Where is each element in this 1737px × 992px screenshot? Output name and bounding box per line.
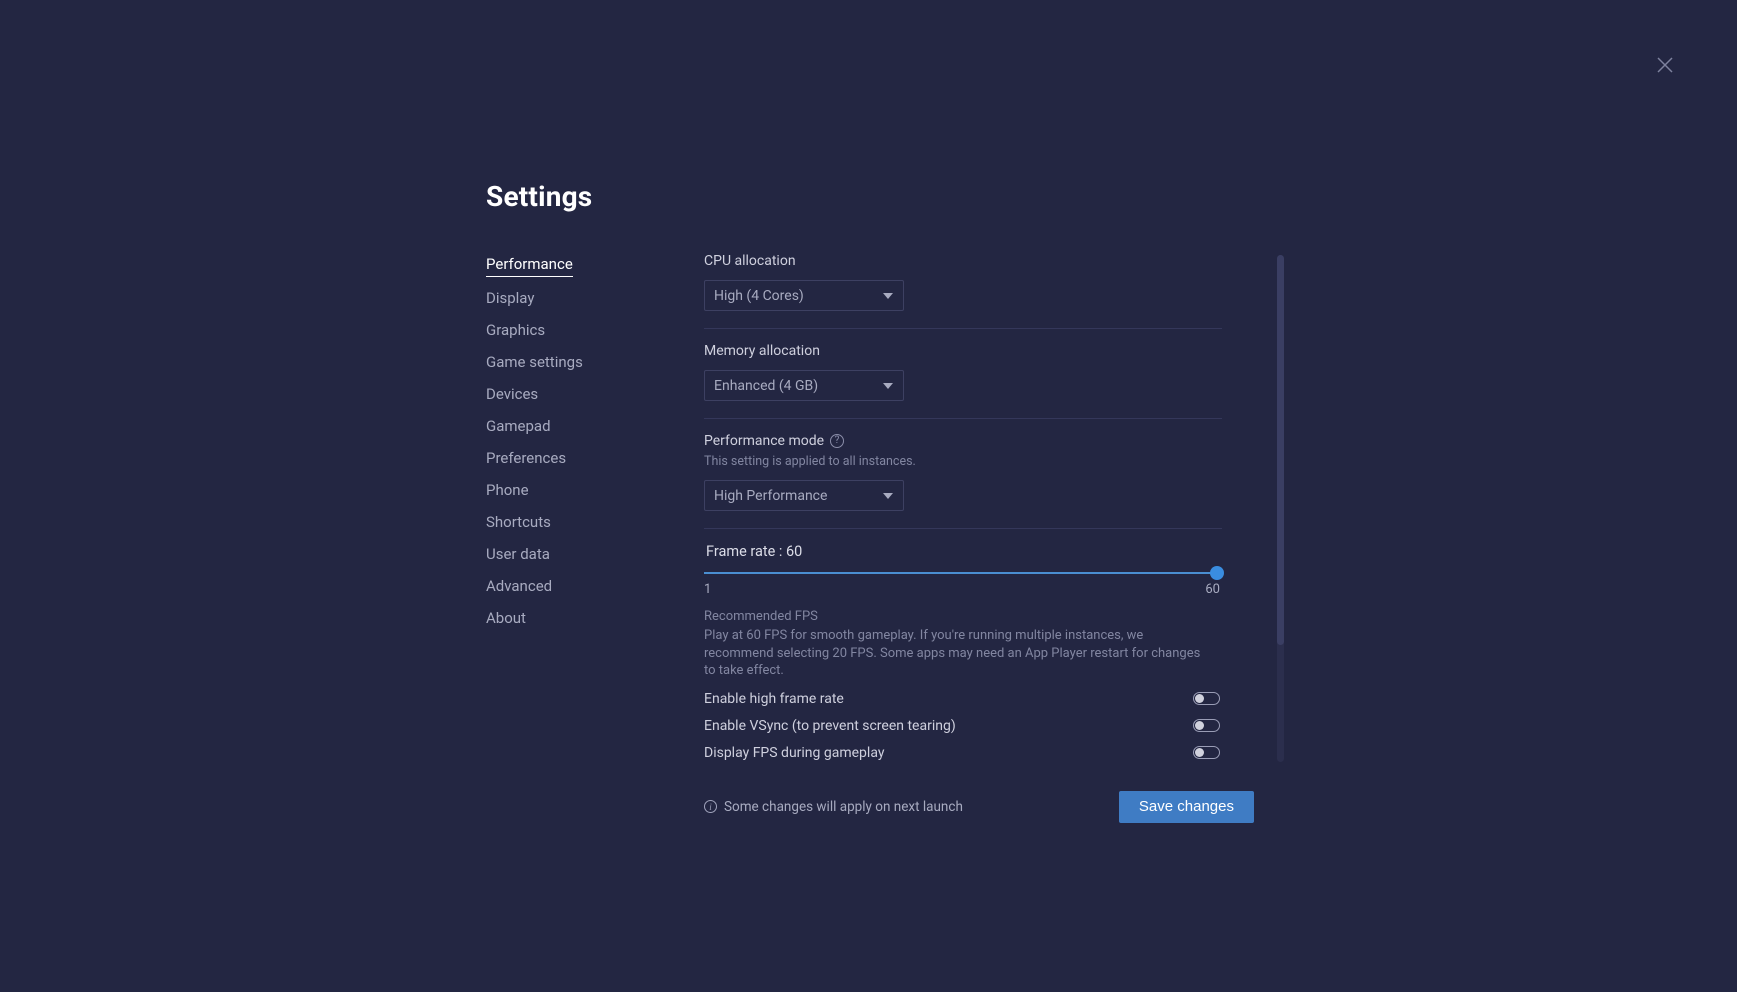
sidebar-item-shortcuts[interactable]: Shortcuts [486,512,551,533]
close-button[interactable] [1653,53,1677,77]
sidebar-item-label: Preferences [486,449,566,467]
enable-vsync-label: Enable VSync (to prevent screen tearing) [704,718,956,734]
page-title: Settings [486,180,1256,213]
enable-vsync-row: Enable VSync (to prevent screen tearing) [704,718,1220,734]
footer-note-text: Some changes will apply on next launch [724,799,963,815]
frame-rate-value: 60 [786,543,802,560]
sidebar-item-label: Gamepad [486,417,551,435]
frame-rate-slider[interactable] [704,566,1222,574]
vertical-scrollbar-thumb[interactable] [1277,255,1284,645]
sidebar-item-label: Performance [486,255,573,273]
enable-vsync-toggle[interactable] [1193,719,1220,732]
frame-rate-max: 60 [1205,582,1220,597]
help-icon[interactable]: ? [830,434,844,448]
display-fps-label: Display FPS during gameplay [704,745,884,761]
enable-high-frame-rate-toggle[interactable] [1193,692,1220,705]
sidebar-item-graphics[interactable]: Graphics [486,320,545,341]
sidebar-item-display[interactable]: Display [486,288,534,309]
performance-mode-select[interactable]: High Performance [704,480,904,511]
sidebar-item-gamepad[interactable]: Gamepad [486,416,551,437]
close-icon [1656,56,1674,74]
performance-mode-label: Performance mode [704,433,824,449]
sidebar-item-label: Game settings [486,353,583,371]
sidebar-item-label: Graphics [486,321,545,339]
sidebar-item-label: Phone [486,481,529,499]
sidebar-item-label: Display [486,289,534,307]
memory-allocation-value: Enhanced (4 GB) [714,378,818,394]
sidebar-item-label: Advanced [486,577,552,595]
performance-mode-value: High Performance [714,488,827,504]
recommended-fps-title: Recommended FPS [704,609,1222,624]
frame-rate-label: Frame rate : 60 [706,543,1222,560]
memory-allocation-select[interactable]: Enhanced (4 GB) [704,370,904,401]
frame-rate-label-prefix: Frame rate : [706,543,786,560]
sidebar-item-advanced[interactable]: Advanced [486,576,552,597]
sidebar-item-label: User data [486,545,550,563]
memory-allocation-section: Memory allocation Enhanced (4 GB) [704,343,1222,419]
sidebar-item-game-settings[interactable]: Game settings [486,352,583,373]
chevron-down-icon [883,291,893,301]
sidebar-item-label: Shortcuts [486,513,551,531]
sidebar-item-performance[interactable]: Performance [486,254,573,277]
chevron-down-icon [883,491,893,501]
display-fps-row: Display FPS during gameplay [704,745,1220,761]
sidebar-item-label: About [486,609,526,627]
info-icon: i [704,800,717,813]
performance-mode-sublabel: This setting is applied to all instances… [704,454,1222,469]
enable-high-frame-rate-row: Enable high frame rate [704,691,1220,707]
sidebar-item-user-data[interactable]: User data [486,544,550,565]
sidebar-item-label: Devices [486,385,538,403]
cpu-allocation-select[interactable]: High (4 Cores) [704,280,904,311]
memory-allocation-label: Memory allocation [704,343,1222,359]
frame-rate-slider-thumb[interactable] [1210,566,1224,580]
cpu-allocation-label: CPU allocation [704,253,1222,269]
vertical-scrollbar[interactable] [1277,255,1284,762]
sidebar-item-phone[interactable]: Phone [486,480,529,501]
save-changes-button[interactable]: Save changes [1119,791,1254,823]
footer-note: i Some changes will apply on next launch [704,799,963,815]
enable-high-frame-rate-label: Enable high frame rate [704,691,844,707]
performance-mode-section: Performance mode ? This setting is appli… [704,433,1222,529]
cpu-allocation-value: High (4 Cores) [714,288,804,304]
settings-scroll-area: CPU allocation High (4 Cores) Memory all… [704,253,1224,761]
display-fps-toggle[interactable] [1193,746,1220,759]
frame-rate-min: 1 [704,582,711,597]
cpu-allocation-section: CPU allocation High (4 Cores) [704,253,1222,329]
frame-rate-section: Frame rate : 60 1 60 Recommended FPS [704,543,1222,761]
chevron-down-icon [883,381,893,391]
sidebar-item-preferences[interactable]: Preferences [486,448,566,469]
sidebar-item-about[interactable]: About [486,608,526,629]
recommended-fps-body: Play at 60 FPS for smooth gameplay. If y… [704,627,1214,680]
settings-sidebar: Performance Display Graphics Game settin… [486,253,704,629]
sidebar-item-devices[interactable]: Devices [486,384,538,405]
